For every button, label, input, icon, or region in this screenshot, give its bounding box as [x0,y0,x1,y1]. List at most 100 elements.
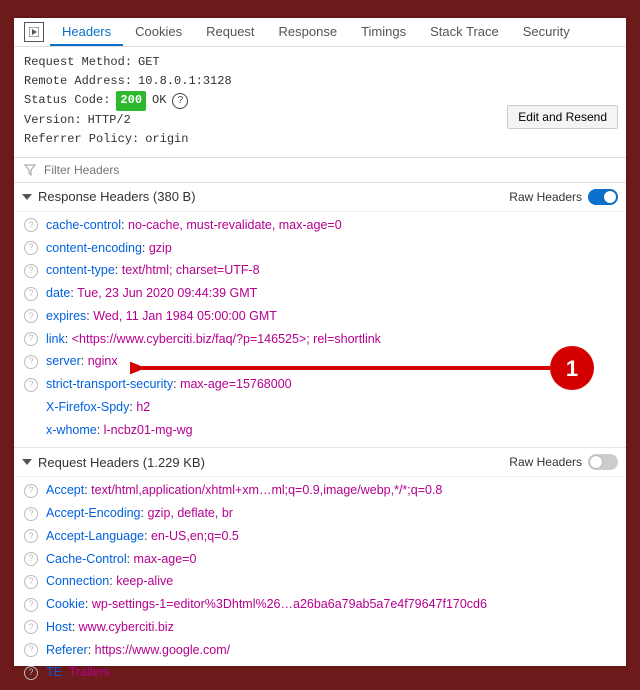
header-row: ?cache-control: no-cache, must-revalidat… [14,214,626,237]
help-icon[interactable]: ? [24,309,38,323]
status-text: OK [152,91,166,110]
header-value: <https://www.cyberciti.biz/faq/?p=146525… [72,332,381,346]
raw-headers-toggle-response[interactable] [588,189,618,205]
header-name: Accept-Language [46,529,144,543]
tabbar: HeadersCookiesRequestResponseTimingsStac… [14,18,626,47]
header-value: text/html; charset=UTF-8 [122,263,260,277]
response-headers-list: ?cache-control: no-cache, must-revalidat… [14,212,626,448]
status-code-label: Status Code: [24,91,110,110]
response-headers-title: Response Headers (380 B) [38,189,509,204]
header-name: Referer [46,643,88,657]
raw-headers-toggle-request[interactable] [588,454,618,470]
chevron-down-icon [22,194,32,200]
help-icon [24,400,38,414]
status-code-badge: 200 [116,91,146,110]
header-name: cache-control [46,218,121,232]
header-value: www.cyberciti.biz [79,620,174,634]
help-icon[interactable]: ? [24,620,38,634]
header-row: ?Referer: https://www.google.com/ [14,639,626,662]
header-row: ?Accept-Encoding: gzip, deflate, br [14,502,626,525]
tab-stack-trace[interactable]: Stack Trace [418,18,511,46]
help-icon[interactable]: ? [24,598,38,612]
version-label: Version: [24,111,82,130]
header-name: Cache-Control [46,552,127,566]
header-name: Host [46,620,72,634]
header-name: x-whome [46,423,97,437]
header-row: ?TE: Trailers [14,661,626,684]
header-value: Trailers [69,665,110,679]
header-name: server [46,354,81,368]
help-icon[interactable]: ? [24,643,38,657]
help-icon[interactable]: ? [24,241,38,255]
response-headers-section[interactable]: Response Headers (380 B) Raw Headers [14,183,626,212]
header-value: gzip [149,241,172,255]
header-name: Accept-Encoding [46,506,141,520]
header-value: max-age=15768000 [180,377,292,391]
header-name: content-encoding [46,241,142,255]
help-icon[interactable]: ? [24,552,38,566]
filter-input[interactable] [42,162,616,178]
header-row: ?Host: www.cyberciti.biz [14,616,626,639]
help-icon[interactable]: ? [24,218,38,232]
header-name: TE [46,665,62,679]
help-icon[interactable]: ? [24,355,38,369]
remote-address-label: Remote Address: [24,72,132,91]
header-row: ?content-encoding: gzip [14,237,626,260]
header-value: https://www.google.com/ [95,643,230,657]
request-headers-title: Request Headers (1.229 KB) [38,455,509,470]
tab-headers[interactable]: Headers [50,18,123,46]
help-icon[interactable]: ? [24,287,38,301]
tab-response[interactable]: Response [267,18,350,46]
header-row: ?server: nginx [14,350,626,373]
help-icon[interactable]: ? [24,575,38,589]
header-value: keep-alive [116,574,173,588]
header-row: ?strict-transport-security: max-age=1576… [14,373,626,396]
header-name: expires [46,309,86,323]
header-value: en-US,en;q=0.5 [151,529,239,543]
header-value: no-cache, must-revalidate, max-age=0 [128,218,342,232]
help-icon[interactable]: ? [24,378,38,392]
header-row: ?Accept: text/html,application/xhtml+xm…… [14,479,626,502]
tab-timings[interactable]: Timings [349,18,418,46]
header-row: ?Connection: keep-alive [14,570,626,593]
tab-cookies[interactable]: Cookies [123,18,194,46]
help-icon[interactable]: ? [24,332,38,346]
help-icon[interactable]: ? [172,93,188,109]
header-value: l-ncbz01-mg-wg [104,423,193,437]
header-row: ?date: Tue, 23 Jun 2020 09:44:39 GMT [14,282,626,305]
help-icon[interactable]: ? [24,666,38,680]
header-row: ?Cookie: wp-settings-1=editor%3Dhtml%26…… [14,593,626,616]
header-row: ?link: <https://www.cyberciti.biz/faq/?p… [14,328,626,351]
header-name: Accept [46,483,84,497]
header-value: Tue, 23 Jun 2020 09:44:39 GMT [77,286,257,300]
referrer-policy-value: origin [145,130,188,149]
help-icon[interactable]: ? [24,507,38,521]
header-value: text/html,application/xhtml+xm…ml;q=0.9,… [91,483,442,497]
chevron-down-icon [22,459,32,465]
help-icon[interactable]: ? [24,264,38,278]
header-row: ?Accept-Language: en-US,en;q=0.5 [14,525,626,548]
header-value: nginx [88,354,118,368]
remote-address-value: 10.8.0.1:3128 [138,72,232,91]
header-name: X-Firefox-Spdy [46,400,129,414]
tab-request[interactable]: Request [194,18,266,46]
header-value: wp-settings-1=editor%3Dhtml%26…a26ba6a79… [92,597,487,611]
request-method-value: GET [138,53,160,72]
header-name: content-type [46,263,115,277]
request-method-label: Request Method: [24,53,132,72]
help-icon[interactable]: ? [24,484,38,498]
referrer-policy-label: Referrer Policy: [24,130,139,149]
header-value: Wed, 11 Jan 1984 05:00:00 GMT [93,309,277,323]
header-row: X-Firefox-Spdy: h2 [14,396,626,419]
edit-resend-button[interactable]: Edit and Resend [507,105,618,129]
toggle-sidebar-icon[interactable] [24,22,44,42]
header-name: Cookie [46,597,85,611]
header-value: gzip, deflate, br [147,506,232,520]
header-name: link [46,332,65,346]
tab-security[interactable]: Security [511,18,582,46]
request-headers-section[interactable]: Request Headers (1.229 KB) Raw Headers [14,448,626,477]
help-icon[interactable]: ? [24,529,38,543]
header-name: date [46,286,70,300]
filter-row [14,157,626,183]
header-value: h2 [136,400,150,414]
